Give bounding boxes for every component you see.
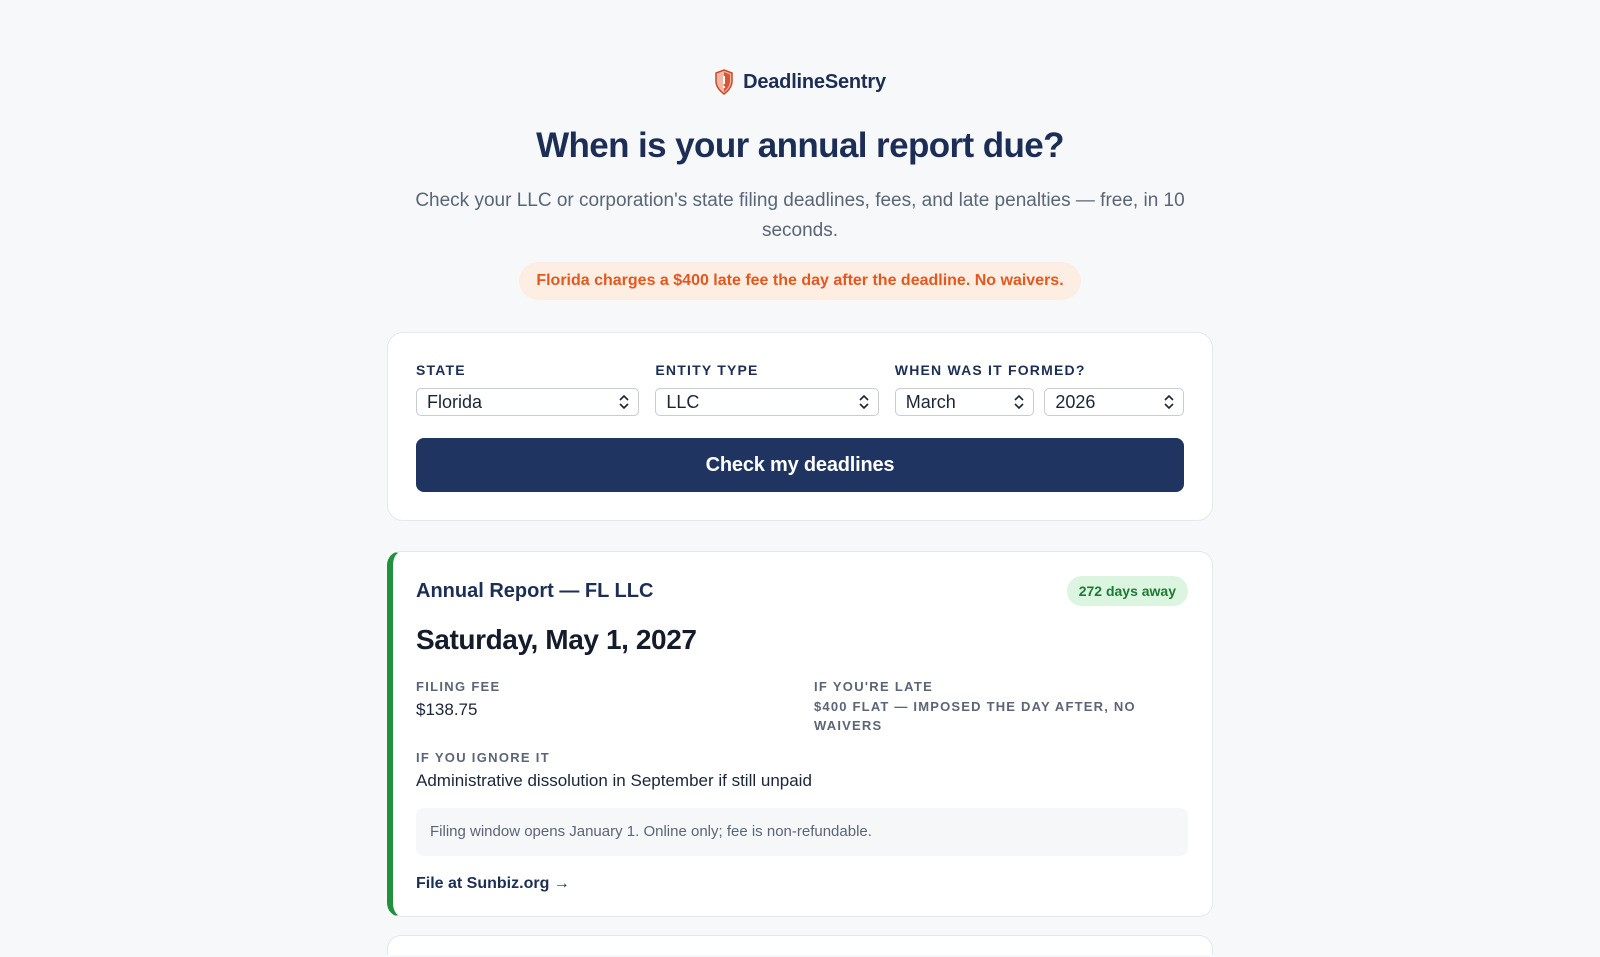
state-select[interactable]: Florida xyxy=(416,388,640,416)
result-title: Annual Report — FL LLC xyxy=(416,580,654,602)
filing-fee-block: Filing fee $138.75 xyxy=(416,678,814,735)
formed-label: When was it formed? xyxy=(894,362,1086,378)
page: DeadlineSentry When is your annual repor… xyxy=(0,0,1600,957)
filing-fee-value: $138.75 xyxy=(416,700,478,719)
late-penalty-block: If you're late $400 flat — imposed the d… xyxy=(814,678,1144,735)
days-away-badge: 272 days away xyxy=(1066,576,1188,606)
formed-field: When was it formed? March 2026 xyxy=(894,361,1184,416)
late-penalty-value: $400 flat — imposed the day after, no wa… xyxy=(814,699,1136,733)
page-subtitle: Check your LLC or corporation's state fi… xyxy=(415,190,1185,241)
filing-fee-label: Filing fee xyxy=(416,679,501,694)
state-label: State xyxy=(416,362,466,378)
deadline-form: State Florida Entity type LLC xyxy=(387,332,1213,521)
due-date: Saturday, May 1, 2027 xyxy=(416,624,697,655)
next-result-card xyxy=(387,935,1213,955)
brand[interactable]: DeadlineSentry xyxy=(714,68,886,96)
shield-icon xyxy=(714,69,734,95)
ignore-value: Administrative dissolution in September … xyxy=(416,771,812,790)
filing-note: Filing window opens January 1. Online on… xyxy=(416,808,1188,856)
ignore-consequence-block: If you ignore it Administrative dissolut… xyxy=(416,749,1188,792)
entity-select-value: LLC xyxy=(666,391,700,412)
state-select-value: Florida xyxy=(427,391,483,412)
page-title: When is your annual report due? xyxy=(536,126,1064,165)
formed-year-select[interactable]: 2026 xyxy=(1044,388,1184,416)
entity-label: Entity type xyxy=(655,362,759,378)
state-field: State Florida xyxy=(416,361,640,416)
formed-year-value: 2026 xyxy=(1055,391,1096,412)
chevron-updown-icon xyxy=(859,394,869,410)
brand-name: DeadlineSentry xyxy=(743,70,886,93)
late-penalty-label: If you're late xyxy=(814,679,934,694)
check-deadlines-button[interactable]: Check my deadlines xyxy=(416,438,1184,492)
chevron-updown-icon xyxy=(1014,394,1024,410)
file-at-sunbiz-link[interactable]: File at Sunbiz.org → xyxy=(416,874,570,894)
entity-field: Entity type LLC xyxy=(655,361,879,416)
result-card: Annual Report — FL LLC 272 days away Sat… xyxy=(387,551,1213,917)
formed-month-value: March xyxy=(905,391,956,412)
chevron-updown-icon xyxy=(1164,394,1174,410)
late-fee-warning: Florida charges a $400 late fee the day … xyxy=(519,262,1081,300)
entity-select[interactable]: LLC xyxy=(655,388,879,416)
chevron-updown-icon xyxy=(619,394,629,410)
formed-month-select[interactable]: March xyxy=(894,388,1035,416)
ignore-label: If you ignore it xyxy=(416,750,550,765)
